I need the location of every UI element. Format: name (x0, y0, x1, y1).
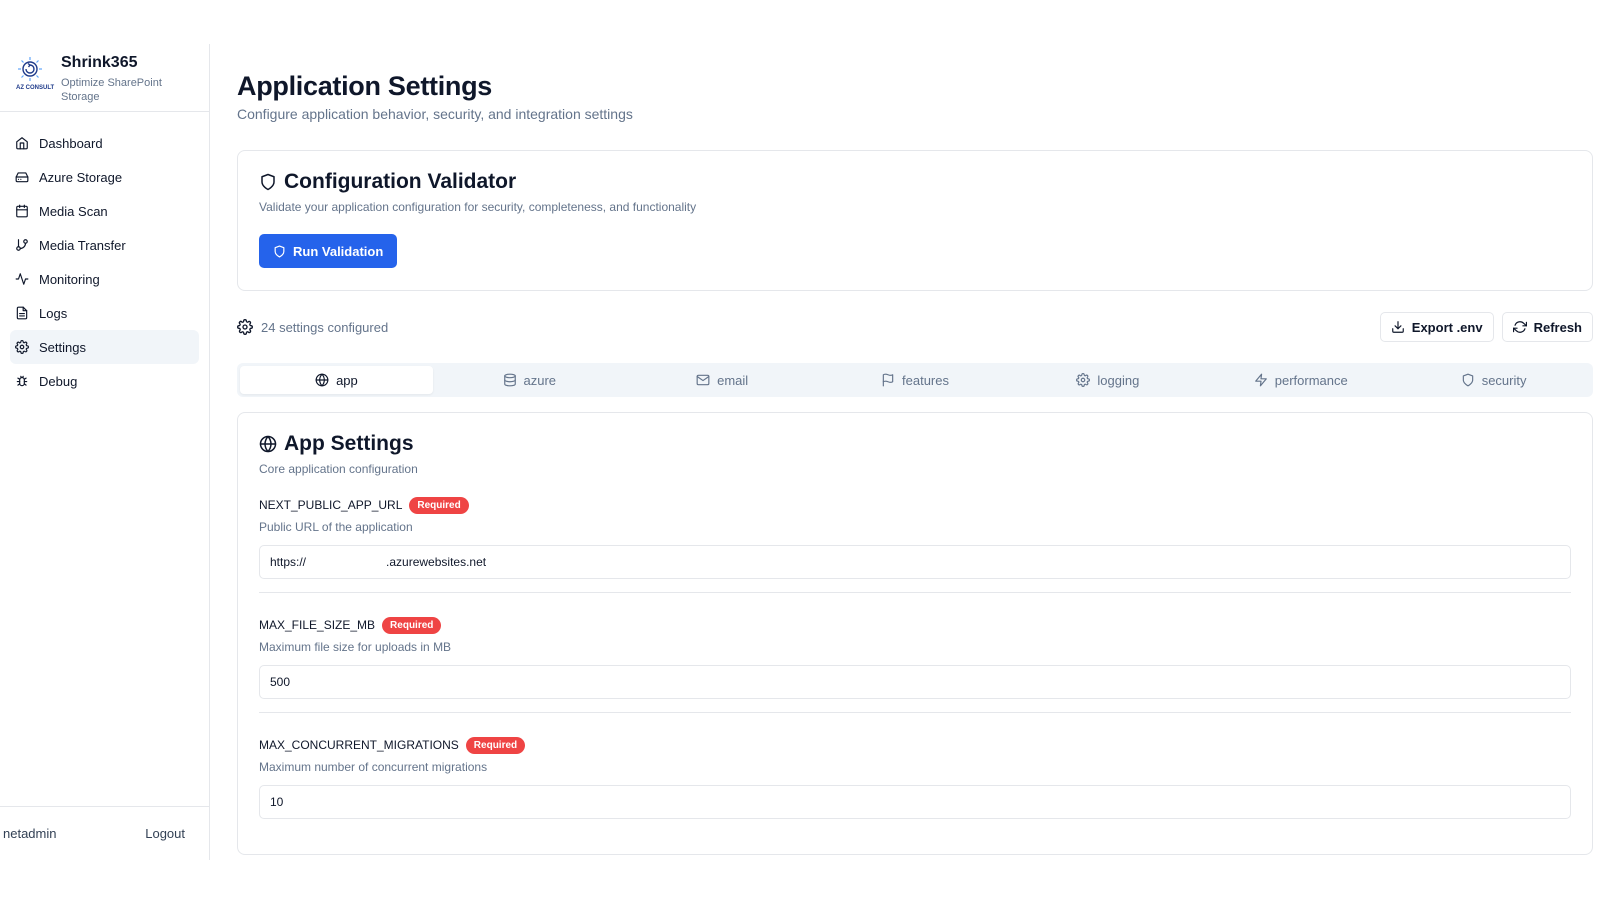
shield-icon (273, 244, 286, 258)
main-content: Application Settings Configure applicati… (237, 70, 1593, 855)
brand-subtitle: Optimize SharePoint Storage (61, 77, 162, 103)
sidebar-item-dashboard[interactable]: Dashboard (10, 126, 199, 160)
max-concurrent-migrations-input[interactable]: 10 (259, 785, 1571, 819)
max-file-size-input[interactable]: 500 (259, 665, 1571, 699)
tab-logging[interactable]: logging (1011, 366, 1204, 394)
gear-icon (237, 319, 253, 335)
tab-features[interactable]: features (819, 366, 1012, 394)
sidebar-item-label: Settings (39, 339, 86, 355)
sidebar-item-label: Monitoring (39, 271, 100, 287)
settings-toolbar: 24 settings configured Export .env Refre… (237, 311, 1593, 343)
setting-name: MAX_CONCURRENT_MIGRATIONS (259, 738, 459, 752)
bug-icon (14, 373, 30, 389)
export-env-button[interactable]: Export .env (1379, 312, 1494, 342)
globe-icon (259, 435, 277, 453)
sidebar-item-monitoring[interactable]: Monitoring (10, 262, 199, 296)
tab-label: app (336, 372, 358, 388)
zap-icon (1254, 373, 1268, 387)
setting-field: NEXT_PUBLIC_APP_URL Required Public URL … (259, 496, 1571, 593)
sidebar-item-label: Azure Storage (39, 169, 123, 185)
brand-name: Shrink365 (61, 54, 138, 71)
sidebar-item-logs[interactable]: Logs (10, 296, 199, 330)
tab-label: azure (523, 372, 557, 388)
sidebar-item-debug[interactable]: Debug (10, 364, 199, 398)
flag-icon (881, 373, 895, 387)
brand-header: AZ CONSULT Shrink365 Optimize SharePoint… (0, 44, 209, 112)
git-branch-icon (14, 237, 30, 253)
sidebar: AZ CONSULT Shrink365 Optimize SharePoint… (0, 44, 210, 860)
app-settings-card: App Settings Core application configurat… (237, 412, 1593, 855)
tab-performance[interactable]: performance (1204, 366, 1397, 394)
setting-field: MAX_CONCURRENT_MIGRATIONS Required Maxim… (259, 713, 1571, 819)
tab-label: security (1481, 372, 1527, 388)
activity-icon (14, 271, 30, 287)
brand-logo-text: AZ CONSULT (16, 85, 55, 91)
settings-count: 24 settings configured (237, 319, 388, 335)
required-badge: Required (465, 736, 526, 754)
sidebar-nav: Dashboard Azure Storage Media Scan Media… (0, 112, 209, 398)
setting-description: Maximum file size for uploads in MB (259, 640, 452, 654)
gear-icon (1076, 373, 1091, 387)
shield-icon (1461, 373, 1475, 387)
file-text-icon (14, 305, 30, 321)
sidebar-item-azure-storage[interactable]: Azure Storage (10, 160, 199, 194)
calendar-icon (14, 203, 30, 219)
database-icon (503, 373, 517, 387)
setting-name: NEXT_PUBLIC_APP_URL (259, 498, 403, 512)
shield-icon (259, 173, 277, 191)
tab-label: email (717, 372, 749, 388)
app-settings-title: App Settings (284, 432, 414, 455)
required-badge: Required (409, 496, 469, 514)
app-settings-description: Core application configuration (259, 462, 418, 476)
mail-icon (696, 373, 710, 387)
setting-field: MAX_FILE_SIZE_MB Required Maximum file s… (259, 593, 1571, 713)
tab-label: features (902, 372, 949, 388)
tab-label: logging (1097, 372, 1140, 388)
hard-drive-icon (14, 169, 30, 185)
sidebar-item-label: Debug (39, 373, 78, 389)
refresh-icon (1512, 320, 1527, 334)
tab-app[interactable]: app (240, 366, 433, 394)
sidebar-footer: netadmin Logout (0, 806, 209, 860)
sidebar-item-media-scan[interactable]: Media Scan (10, 194, 199, 228)
page-subtitle: Configure application behavior, security… (237, 106, 633, 122)
setting-description: Public URL of the application (259, 520, 413, 534)
sidebar-item-label: Media Scan (39, 203, 108, 219)
tab-security[interactable]: security (1397, 366, 1590, 394)
globe-icon (315, 373, 329, 387)
sidebar-item-label: Media Transfer (39, 237, 126, 253)
validator-description: Validate your application configuration … (259, 200, 697, 214)
refresh-button[interactable]: Refresh (1501, 312, 1593, 342)
gear-icon (14, 339, 30, 355)
tab-azure[interactable]: azure (433, 366, 626, 394)
sidebar-item-settings[interactable]: Settings (10, 330, 199, 364)
brand-logo: AZ CONSULT (14, 54, 54, 94)
sidebar-item-label: Dashboard (39, 135, 103, 151)
app-url-input[interactable]: https:// .azurewebsites.net (259, 545, 1571, 579)
tab-email[interactable]: email (626, 366, 819, 394)
settings-tabs: app azure email features logging perform… (237, 363, 1593, 397)
configuration-validator-card: Configuration Validator Validate your ap… (237, 150, 1593, 291)
setting-name: MAX_FILE_SIZE_MB (259, 618, 376, 632)
tab-label: performance (1274, 372, 1348, 388)
sidebar-item-media-transfer[interactable]: Media Transfer (10, 228, 199, 262)
download-icon (1391, 320, 1405, 334)
sidebar-item-label: Logs (39, 305, 68, 321)
settings-count-label: 24 settings configured (261, 319, 389, 335)
validator-title: Configuration Validator (284, 170, 517, 193)
setting-description: Maximum number of concurrent migrations (259, 760, 488, 774)
logout-button[interactable]: Logout (145, 826, 185, 841)
required-badge: Required (382, 616, 442, 634)
refresh-label: Refresh (1533, 319, 1582, 335)
home-icon (14, 135, 30, 151)
run-validation-label: Run Validation (293, 243, 384, 259)
page-title: Application Settings (237, 71, 493, 101)
current-user: netadmin (3, 826, 57, 841)
export-env-label: Export .env (1411, 319, 1483, 335)
run-validation-button[interactable]: Run Validation (259, 234, 398, 268)
